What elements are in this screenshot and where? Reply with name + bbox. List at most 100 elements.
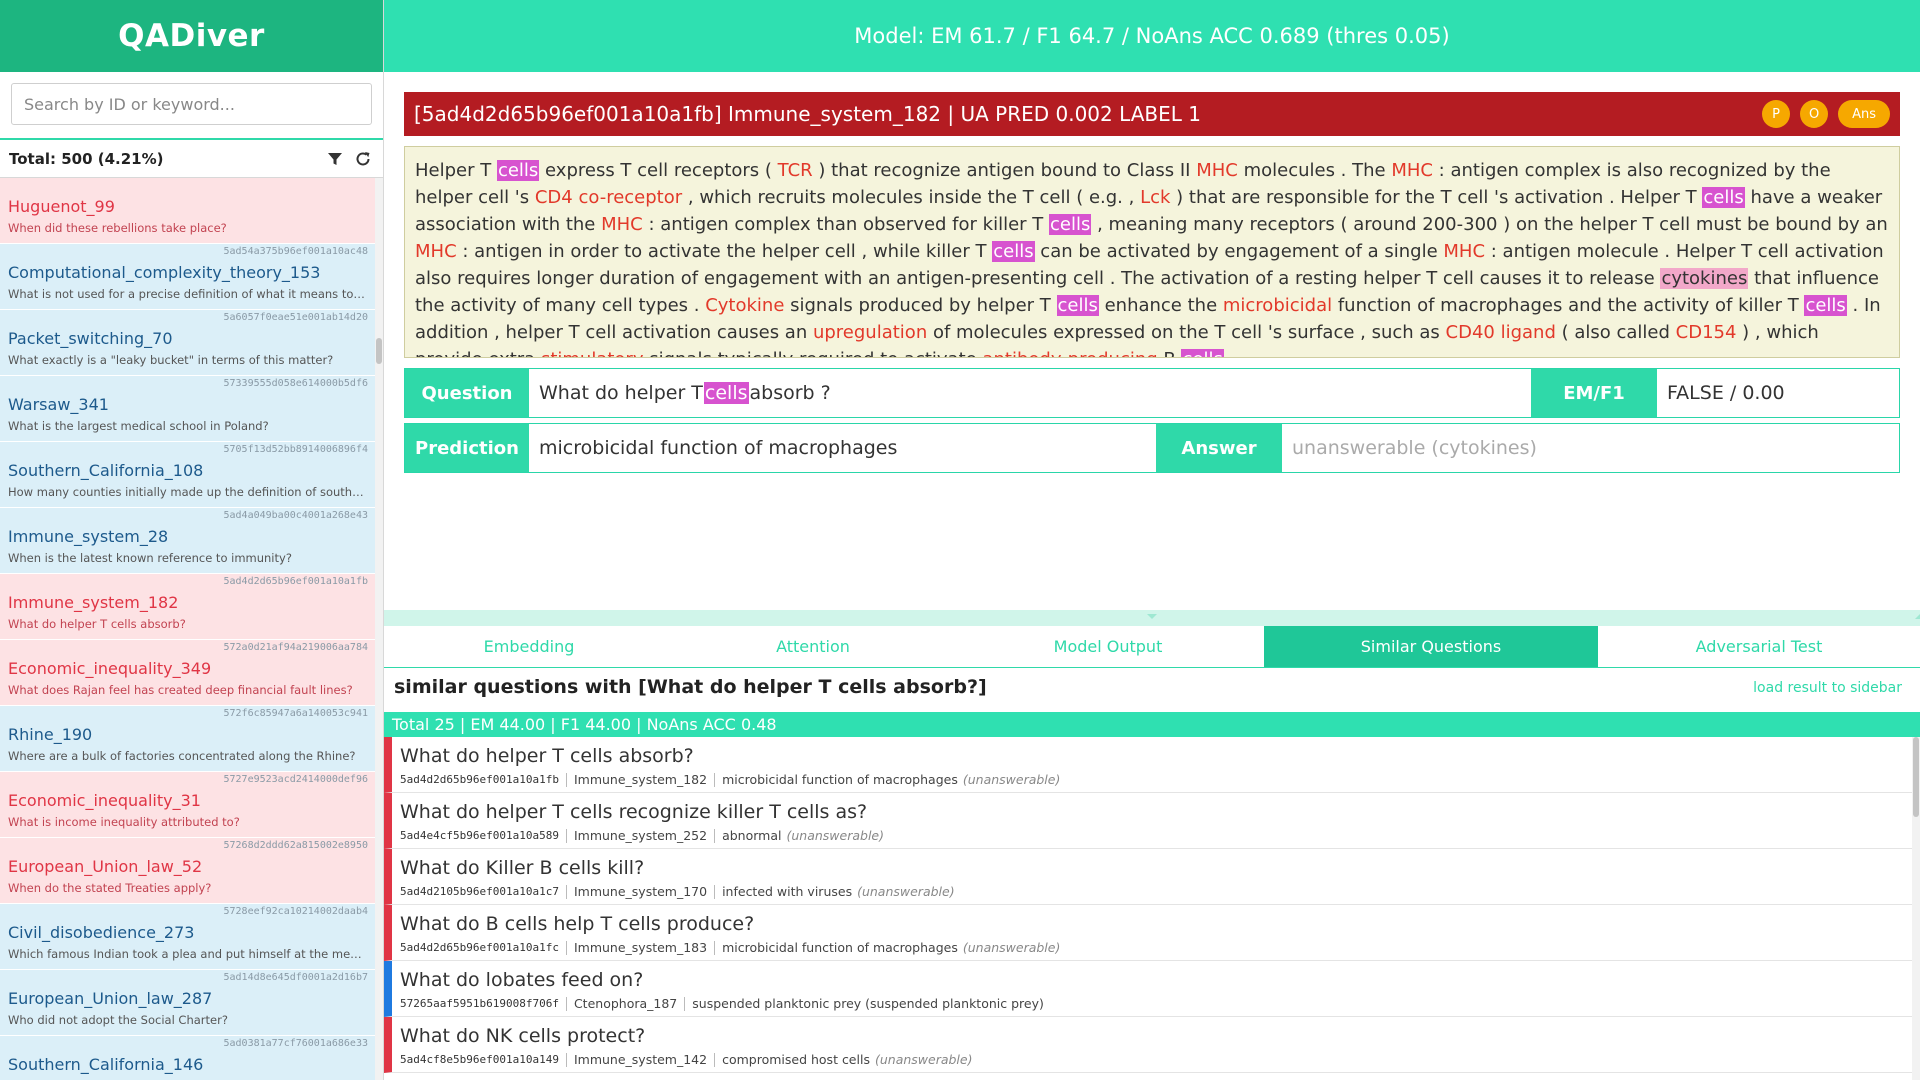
similar-question-row[interactable]: What do helper T cells absorb? 5ad4d2d65b… xyxy=(384,737,1912,793)
similar-question-prediction: abnormal xyxy=(722,828,782,843)
item-id: 5ad14d8e645df0001a2d16b7 xyxy=(223,972,369,983)
meta-separator xyxy=(714,828,716,843)
similar-question-doc: Immune_system_183 xyxy=(573,940,708,955)
sidebar-list-item[interactable]: 572a0d21af94a219006aa784 Economic_inequal… xyxy=(0,640,376,706)
search-input[interactable] xyxy=(11,83,372,125)
app-root: QADiver Total: 500 (4.21%) Huguenot_99 Wh… xyxy=(0,0,1920,1080)
item-question: When do the stated Treaties apply? xyxy=(8,881,212,895)
similar-scroll-thumb[interactable] xyxy=(1913,737,1919,817)
context-text: of molecules expressed on the T cell 's … xyxy=(927,322,1446,343)
item-title: European_Union_law_52 xyxy=(8,857,203,876)
context-text: ) that recognize antigen bound to Class … xyxy=(812,160,1197,181)
tab-attention[interactable]: Attention xyxy=(674,626,952,667)
context-text: signals typically required to activate xyxy=(644,349,983,357)
panel-divider[interactable] xyxy=(384,610,1920,626)
sidebar-list-item[interactable]: 5a6057f0eae51e001ab14d20 Packet_switching… xyxy=(0,310,376,376)
tab-embedding[interactable]: Embedding xyxy=(384,626,674,667)
similar-summary-bar: Total 25 | EM 44.00 | F1 44.00 | NoAns A… xyxy=(384,712,1920,737)
item-title: Economic_inequality_349 xyxy=(8,659,212,678)
similar-scrollbar[interactable] xyxy=(1912,737,1920,1080)
named-entity: MHC xyxy=(1391,160,1433,181)
similar-question-id: 5ad4d2d65b96ef001a10a1fb xyxy=(400,773,559,786)
similar-question-doc: Immune_system_142 xyxy=(573,1052,708,1067)
filter-icon[interactable] xyxy=(324,148,346,170)
similar-question-row[interactable]: What do B cells help T cells produce? 5ad… xyxy=(384,905,1912,961)
context-text: . xyxy=(1224,349,1236,357)
word-highlight: cells xyxy=(1049,214,1092,235)
o-badge-button[interactable]: O xyxy=(1800,100,1829,128)
context-text: ( also called xyxy=(1555,322,1676,343)
similar-question-row[interactable]: What do helper T cells recognize killer … xyxy=(384,793,1912,849)
sidebar-list-item[interactable]: 5ad4d2d65b96ef001a10a1fb Immune_system_18… xyxy=(0,574,376,640)
similar-question-text: What do helper T cells recognize killer … xyxy=(400,801,868,823)
prediction-row: Prediction microbicidal function of macr… xyxy=(404,423,1900,473)
context-text: , meaning many receptors ( around 200-30… xyxy=(1091,214,1888,235)
similar-question-text: What do Killer B cells kill? xyxy=(400,857,645,879)
sidebar-list-item[interactable]: 5ad4a049ba00c4001a268e43 Immune_system_28… xyxy=(0,508,376,574)
similar-question-row[interactable]: What do lobates feed on? 57265aaf5951b619… xyxy=(384,961,1912,1017)
similar-question-text: What do NK cells protect? xyxy=(400,1025,646,1047)
item-question: What do helper T cells absorb? xyxy=(8,617,186,631)
tab-adversarial-test[interactable]: Adversarial Test xyxy=(1598,626,1920,667)
similar-question-label: (unanswerable) xyxy=(857,884,955,899)
similar-question-prediction: suspended planktonic prey (suspended pla… xyxy=(692,996,1044,1011)
named-entity: MHC xyxy=(1443,241,1486,262)
tab-model-output[interactable]: Model Output xyxy=(952,626,1264,667)
prediction-value: microbicidal function of macrophages xyxy=(529,424,1156,472)
context-text: can be activated by engagement of a sing… xyxy=(1034,241,1444,262)
named-entity: antibody-producing xyxy=(982,349,1157,357)
similar-question-row[interactable]: What do NK cells protect? 5ad4cf8e5b96ef0… xyxy=(384,1017,1912,1073)
item-id: 5ad0381a77cf76001a686e33 xyxy=(223,1038,369,1049)
named-entity: CD40 ligand xyxy=(1445,322,1556,343)
question-text-before: What do helper T xyxy=(539,382,703,404)
meta-separator xyxy=(565,1052,567,1067)
collapse-down-icon[interactable] xyxy=(1147,614,1157,619)
similar-question-meta: 5ad4e4cf5b96ef001a10a589 Immune_system_25… xyxy=(400,828,884,843)
named-entity: CD4 co-receptor xyxy=(534,187,683,208)
item-id: 5a6057f0eae51e001ab14d20 xyxy=(223,312,369,323)
word-highlight: cells xyxy=(992,241,1035,262)
refresh-icon[interactable] xyxy=(352,148,374,170)
item-title: Civil_disobedience_273 xyxy=(8,923,195,942)
similar-question-doc: Immune_system_170 xyxy=(573,884,708,899)
similar-question-meta: 57265aaf5951b619008f706f Ctenophora_187 su… xyxy=(400,996,1049,1011)
item-id: 57339555d058e614000b5df6 xyxy=(223,378,369,389)
named-entity: Lck xyxy=(1140,187,1171,208)
similar-question-row[interactable]: What do Killer B cells kill? 5ad4d2105b96… xyxy=(384,849,1912,905)
question-label: Question xyxy=(405,369,529,417)
sidebar-list-item[interactable]: 5ad54a375b96ef001a10ac48 Computational_co… xyxy=(0,244,376,310)
meta-separator xyxy=(714,1052,716,1067)
p-badge-button[interactable]: P xyxy=(1762,100,1791,128)
similar-question-label: (unanswerable) xyxy=(786,828,884,843)
item-title: Southern_California_108 xyxy=(8,461,204,480)
sidebar-list-item[interactable]: 5ad0381a77cf76001a686e33 Southern_Califor… xyxy=(0,1036,376,1080)
expand-up-icon[interactable] xyxy=(1915,614,1920,619)
load-to-sidebar-link[interactable]: load result to sidebar xyxy=(1753,680,1902,696)
context-text: Helper T xyxy=(415,160,497,181)
named-entity: stimulatory xyxy=(541,349,644,357)
similar-question-doc: Ctenophora_187 xyxy=(573,996,678,1011)
item-question: What exactly is a "leaky bucket" in term… xyxy=(8,353,334,367)
similar-question-label: (unanswerable) xyxy=(962,940,1061,955)
item-id: 5ad4a049ba00c4001a268e43 xyxy=(223,510,369,521)
sidebar-scrollbar[interactable] xyxy=(375,178,383,1080)
similar-question-prediction: infected with viruses xyxy=(722,884,853,899)
sidebar-list-item[interactable]: 57339555d058e614000b5df6 Warsaw_341 What i… xyxy=(0,376,376,442)
meta-separator xyxy=(565,772,567,787)
sidebar-list-item[interactable]: 5705f13d52bb8914006896f4 Southern_Califor… xyxy=(0,442,376,508)
sidebar-list-item[interactable]: 57268d2ddd62a815002e8950 European_Union_l… xyxy=(0,838,376,904)
similar-question-text: What do B cells help T cells produce? xyxy=(400,913,755,935)
sidebar-list-item[interactable]: 5727e9523acd2414000def96 Economic_inequal… xyxy=(0,772,376,838)
sidebar-list-item[interactable]: 5ad14d8e645df0001a2d16b7 European_Union_l… xyxy=(0,970,376,1036)
ans-badge-button[interactable]: Ans xyxy=(1838,100,1890,128)
sidebar-list-item[interactable]: Huguenot_99 When did these rebellions tak… xyxy=(0,178,376,244)
item-id: 5ad54a375b96ef001a10ac48 xyxy=(223,246,369,257)
item-question: What is the largest medical school in Po… xyxy=(8,419,269,433)
context-text: ) that are responsible for the T cell 's… xyxy=(1170,187,1703,208)
item-id: 5ad4d2d65b96ef001a10a1fb xyxy=(223,576,369,587)
sidebar-list-item[interactable]: 572f6c85947a6a140053c941 Rhine_190 Where a… xyxy=(0,706,376,772)
sidebar-scroll-thumb[interactable] xyxy=(376,338,382,364)
tab-similar-questions[interactable]: Similar Questions xyxy=(1264,626,1598,667)
sidebar-list-item[interactable]: 5728eef92ca10214002daab4 Civil_disobedien… xyxy=(0,904,376,970)
similar-question-text: What do lobates feed on? xyxy=(400,969,644,991)
